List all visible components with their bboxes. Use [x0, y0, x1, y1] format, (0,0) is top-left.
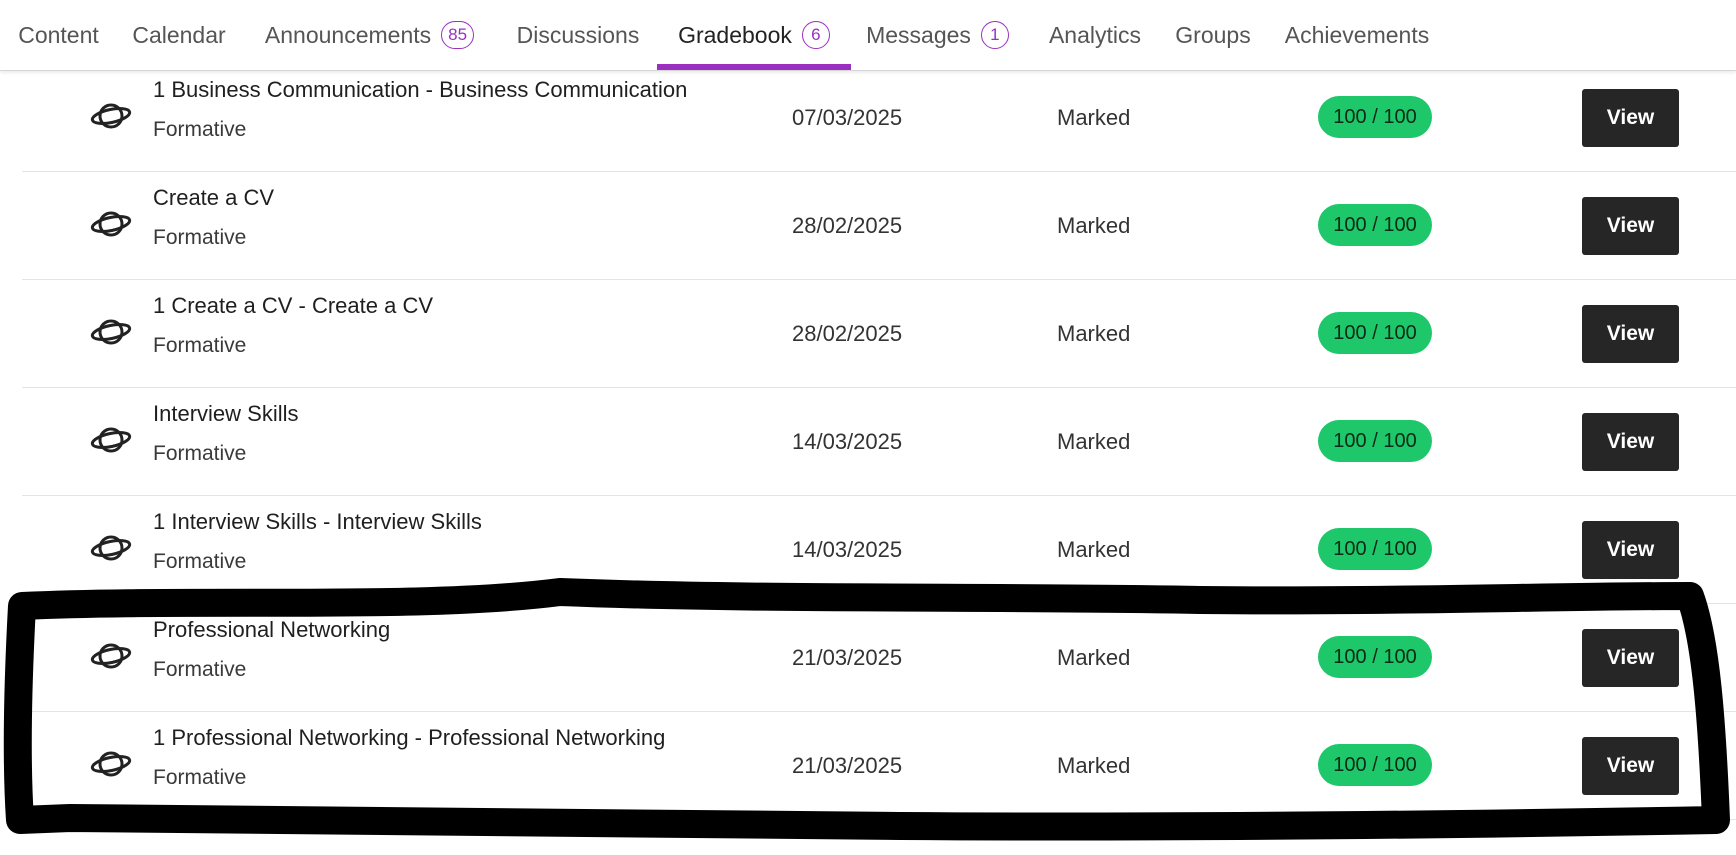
planet-icon	[90, 211, 132, 237]
tab-label: Groups	[1175, 21, 1251, 48]
assignment-date: 28/02/2025	[792, 213, 903, 238]
assignment-type: Formative	[153, 766, 247, 789]
gradebook-row: Create a CV Formative 28/02/2025 Marked …	[22, 172, 1736, 280]
planet-icon	[90, 751, 132, 777]
marking-status: Marked	[1057, 105, 1131, 130]
tab-label: Gradebook	[678, 21, 792, 48]
planet-icon	[90, 319, 132, 345]
view-button[interactable]: View	[1582, 521, 1679, 579]
planet-icon	[90, 103, 132, 129]
assignment-title: 1 Interview Skills - Interview Skills	[153, 509, 482, 534]
score-badge: 100 / 100	[1318, 744, 1432, 786]
assignment-title: Create a CV	[153, 185, 275, 210]
view-button[interactable]: View	[1582, 197, 1679, 255]
tab-label: Discussions	[516, 21, 640, 48]
tab-label: Achievements	[1284, 21, 1430, 48]
view-button[interactable]: View	[1582, 737, 1679, 795]
view-button[interactable]: View	[1582, 413, 1679, 471]
score-badge: 100 / 100	[1318, 204, 1432, 246]
assignment-type: Formative	[153, 226, 247, 249]
score-badge: 100 / 100	[1318, 420, 1432, 462]
score-badge: 100 / 100	[1318, 636, 1432, 678]
assignment-type: Formative	[153, 550, 247, 573]
planet-icon	[90, 643, 132, 669]
marking-status: Marked	[1057, 213, 1131, 238]
assignment-title: 1 Business Communication - Business Comm…	[153, 77, 688, 102]
marking-status: Marked	[1057, 645, 1131, 670]
assignment-title: 1 Professional Networking - Professional…	[153, 725, 666, 750]
gradebook-row: 1 Interview Skills - Interview Skills Fo…	[22, 496, 1736, 604]
assignment-date: 28/02/2025	[792, 321, 903, 346]
gradebook-page: Content Calendar Announcements 85 Discus…	[0, 0, 1736, 855]
tab-label: Messages	[866, 21, 971, 48]
planet-icon	[90, 427, 132, 453]
tab-label: Analytics	[1048, 21, 1142, 48]
tab-gradebook[interactable]: Gradebook 6	[657, 0, 851, 70]
course-tab-bar: Content Calendar Announcements 85 Discus…	[0, 0, 1736, 71]
assignment-title: 1 Create a CV - Create a CV	[153, 293, 434, 318]
score-badge: 100 / 100	[1318, 312, 1432, 354]
tab-calendar[interactable]: Calendar	[117, 0, 241, 70]
gradebook-row: Professional Networking Formative 21/03/…	[22, 604, 1736, 712]
assignment-date: 14/03/2025	[792, 537, 903, 562]
view-button[interactable]: View	[1582, 305, 1679, 363]
marking-status: Marked	[1057, 321, 1131, 346]
tab-content[interactable]: Content	[0, 0, 117, 70]
tab-groups[interactable]: Groups	[1166, 0, 1260, 70]
assignment-title: Interview Skills	[153, 401, 299, 426]
announcements-count-badge: 85	[441, 21, 475, 49]
gradebook-row: 1 Create a CV - Create a CV Formative 28…	[22, 280, 1736, 388]
gradebook-row: Interview Skills Formative 14/03/2025 Ma…	[22, 388, 1736, 496]
view-button[interactable]: View	[1582, 89, 1679, 147]
tab-announcements[interactable]: Announcements 85	[241, 0, 498, 70]
score-badge: 100 / 100	[1318, 528, 1432, 570]
tab-achievements[interactable]: Achievements	[1260, 0, 1454, 70]
assignment-title: Professional Networking	[153, 617, 391, 642]
assignment-type: Formative	[153, 118, 247, 141]
marking-status: Marked	[1057, 537, 1131, 562]
assignment-date: 21/03/2025	[792, 753, 903, 778]
gradebook-count-badge: 6	[801, 21, 830, 49]
gradebook-row: 1 Professional Networking - Professional…	[22, 712, 1736, 820]
assignment-date: 21/03/2025	[792, 645, 903, 670]
tab-analytics[interactable]: Analytics	[1024, 0, 1166, 70]
planet-icon	[90, 535, 132, 561]
score-badge: 100 / 100	[1318, 96, 1432, 138]
tab-label: Announcements	[264, 21, 432, 48]
marking-status: Marked	[1057, 753, 1131, 778]
messages-count-badge: 1	[980, 21, 1009, 49]
assignment-date: 07/03/2025	[792, 105, 903, 130]
tab-messages[interactable]: Messages 1	[851, 0, 1024, 70]
tab-label: Content	[18, 21, 99, 48]
assignment-type: Formative	[153, 658, 247, 681]
view-button[interactable]: View	[1582, 629, 1679, 687]
marking-status: Marked	[1057, 429, 1131, 454]
tab-label: Calendar	[132, 21, 226, 48]
gradebook-row: 1 Business Communication - Business Comm…	[22, 64, 1736, 172]
assignment-type: Formative	[153, 334, 247, 357]
assignment-date: 14/03/2025	[792, 429, 903, 454]
assignment-type: Formative	[153, 442, 247, 465]
tab-discussions[interactable]: Discussions	[498, 0, 658, 70]
